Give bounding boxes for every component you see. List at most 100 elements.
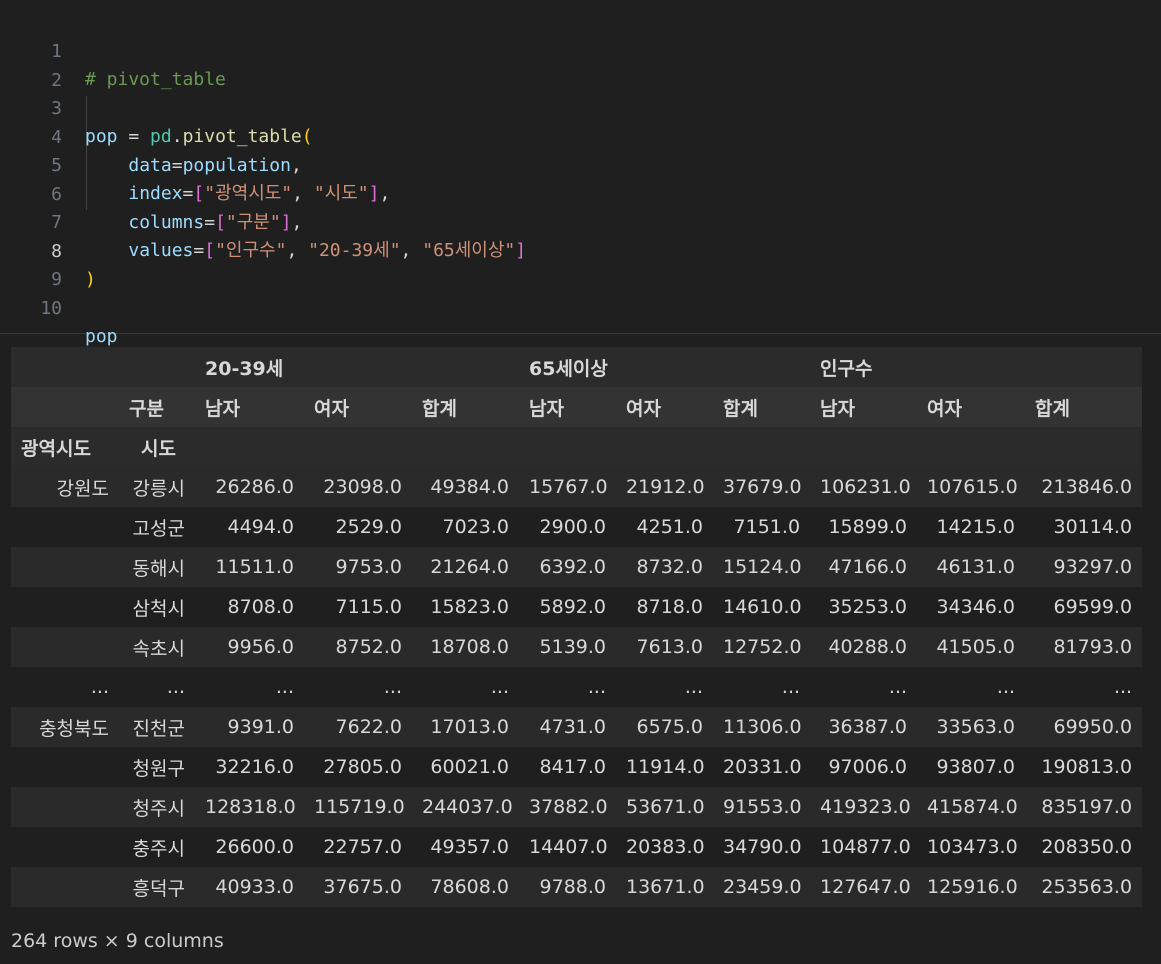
table-cell: 26286.0 [215, 476, 294, 498]
table-cell: 14215.0 [936, 516, 1016, 538]
code-line-2[interactable]: 2 [0, 39, 1161, 91]
sub-column-header: 남자 [820, 397, 855, 420]
row-index-level1 [11, 547, 119, 587]
table-row: 흥덕구 40933.0 37675.0 78608.0 9788.0 13671.0 234… [11, 867, 1143, 907]
table-cell: 107615.0 [927, 476, 1018, 498]
table-cell: 190813.0 [1041, 756, 1133, 778]
table-cell: 49357.0 [430, 836, 509, 858]
table-cell: 15823.0 [430, 596, 509, 618]
table-cell: 33563.0 [936, 716, 1016, 738]
row-index-level2: 충주시 [132, 837, 185, 860]
row-index-level2: 청주시 [132, 797, 185, 820]
table-cell: 6575.0 [636, 716, 703, 738]
table-cell: 21264.0 [430, 556, 509, 578]
code-line-7[interactable]: 7 values=["인구수", "20-39세", "65세이상"] [0, 181, 1161, 261]
table-cell: ... [888, 676, 908, 698]
table-cell: 7023.0 [442, 516, 509, 538]
table-cell: 103473.0 [927, 836, 1018, 858]
table-cell: 93297.0 [1053, 556, 1133, 578]
dataframe-shape-footer: 264 rows × 9 columns [11, 930, 224, 952]
table-cell: 7151.0 [733, 516, 801, 538]
line-number: 10 [40, 298, 62, 319]
table-cell: 27805.0 [323, 756, 402, 778]
table-cell: 8732.0 [636, 556, 703, 578]
table-cell: 2529.0 [335, 516, 402, 538]
code-line-5[interactable]: 5 index=["광역시도", "시도"], [0, 124, 1161, 204]
table-cell: 253563.0 [1041, 876, 1133, 898]
table-cell: 7613.0 [636, 636, 703, 658]
table-cell: 81793.0 [1053, 636, 1133, 658]
table-cell: 18708.0 [430, 636, 509, 658]
header-row-index-names: 광역시도 시도 [11, 427, 1143, 467]
table-row: ................................. [11, 667, 1143, 707]
table-cell: 47166.0 [828, 556, 908, 578]
table-row: 동해시 11511.0 9753.0 21264.0 6392.0 8732.0 15124… [11, 547, 1143, 587]
sub-column-header: 여자 [927, 397, 962, 420]
table-cell: ... [684, 676, 703, 698]
table-cell: 127647.0 [820, 876, 911, 898]
table-cell: 15124.0 [723, 556, 802, 578]
table-cell: 37882.0 [529, 796, 608, 818]
table-cell: 41505.0 [936, 636, 1016, 658]
sub-column-header: 합계 [723, 397, 758, 420]
table-cell: 12752.0 [723, 636, 802, 658]
code-line-6[interactable]: 6 columns=["구분"], [0, 153, 1161, 233]
code-line-10[interactable]: 10 pop [0, 267, 1161, 347]
table-cell: 49384.0 [430, 476, 509, 498]
table-row: 청원구 32216.0 27805.0 60021.0 8417.0 11914.0 203… [11, 747, 1143, 787]
table-row: 충청북도 진천군 9391.0 7622.0 17013.0 4731.0 6575.0 11… [11, 707, 1143, 747]
index-name-header: 광역시도 [21, 437, 91, 460]
table-cell: 8417.0 [539, 756, 606, 778]
code-line-4[interactable]: 4 data=population, [0, 96, 1161, 176]
table-cell: ... [490, 676, 509, 698]
table-cell: 2900.0 [539, 516, 606, 538]
table-cell: ... [781, 676, 801, 698]
sub-column-header: 남자 [205, 397, 240, 420]
table-cell: ... [1113, 676, 1133, 698]
table-cell: 21912.0 [626, 476, 705, 498]
table-cell: 8718.0 [636, 596, 703, 618]
table-row: 청주시 128318.0 115719.0 244037.0 37882.0 53671.… [11, 787, 1143, 827]
code-editor[interactable]: 1 # pivot_table 2 3 pop = pd.pivot_table… [0, 0, 1161, 347]
row-index-level2: 속초시 [132, 637, 185, 660]
row-index-level2: 동해시 [132, 557, 185, 580]
row-index-level2: 흥덕구 [132, 877, 185, 900]
row-index-level2: 삼척시 [132, 597, 185, 620]
dataframe-body: 강원도 강릉시 26286.0 23098.0 49384.0 15767.0 21912.… [11, 467, 1143, 907]
table-cell: 128318.0 [205, 796, 296, 818]
table-cell: 60021.0 [430, 756, 509, 778]
table-cell: 15767.0 [529, 476, 608, 498]
table-cell: 7115.0 [335, 596, 402, 618]
code-line-8[interactable]: 8 ) [0, 210, 1161, 290]
table-cell: 37675.0 [323, 876, 402, 898]
table-cell: 46131.0 [936, 556, 1016, 578]
table-cell: 23098.0 [323, 476, 402, 498]
dataframe-output: 20-39세 65세이상 인구수 구분 남자 여자 합계 남자 여자 합계 남자… [11, 347, 1143, 907]
table-cell: ... [383, 676, 402, 698]
table-cell: 9753.0 [335, 556, 402, 578]
table-cell: 4731.0 [539, 716, 606, 738]
table-cell: 7622.0 [335, 716, 402, 738]
table-cell: 36387.0 [828, 716, 908, 738]
row-index-level2: 진천군 [132, 717, 185, 740]
code-line-1[interactable]: 1 # pivot_table [0, 10, 1161, 90]
table-cell: 53671.0 [626, 796, 705, 818]
table-cell: ... [275, 676, 294, 698]
row-index-level1 [11, 827, 119, 867]
code-line-9[interactable]: 9 [0, 238, 1161, 290]
column-group-header: 20-39세 [205, 357, 284, 380]
row-index-level2: ... [166, 676, 185, 698]
row-index-level2: 고성군 [132, 517, 185, 540]
table-cell: 9956.0 [227, 636, 294, 658]
row-index-level1 [11, 867, 119, 907]
table-cell: 26600.0 [215, 836, 294, 858]
table-cell: 125916.0 [927, 876, 1018, 898]
table-cell: 34346.0 [936, 596, 1016, 618]
row-index-level2: 강릉시 [132, 477, 185, 500]
table-cell: 4251.0 [636, 516, 703, 538]
code-line-3[interactable]: 3 pop = pd.pivot_table( [0, 67, 1161, 147]
row-index-level1 [11, 507, 119, 547]
columns-name-header: 구분 [129, 397, 164, 420]
table-cell: ... [996, 676, 1016, 698]
table-cell: 8708.0 [227, 596, 294, 618]
